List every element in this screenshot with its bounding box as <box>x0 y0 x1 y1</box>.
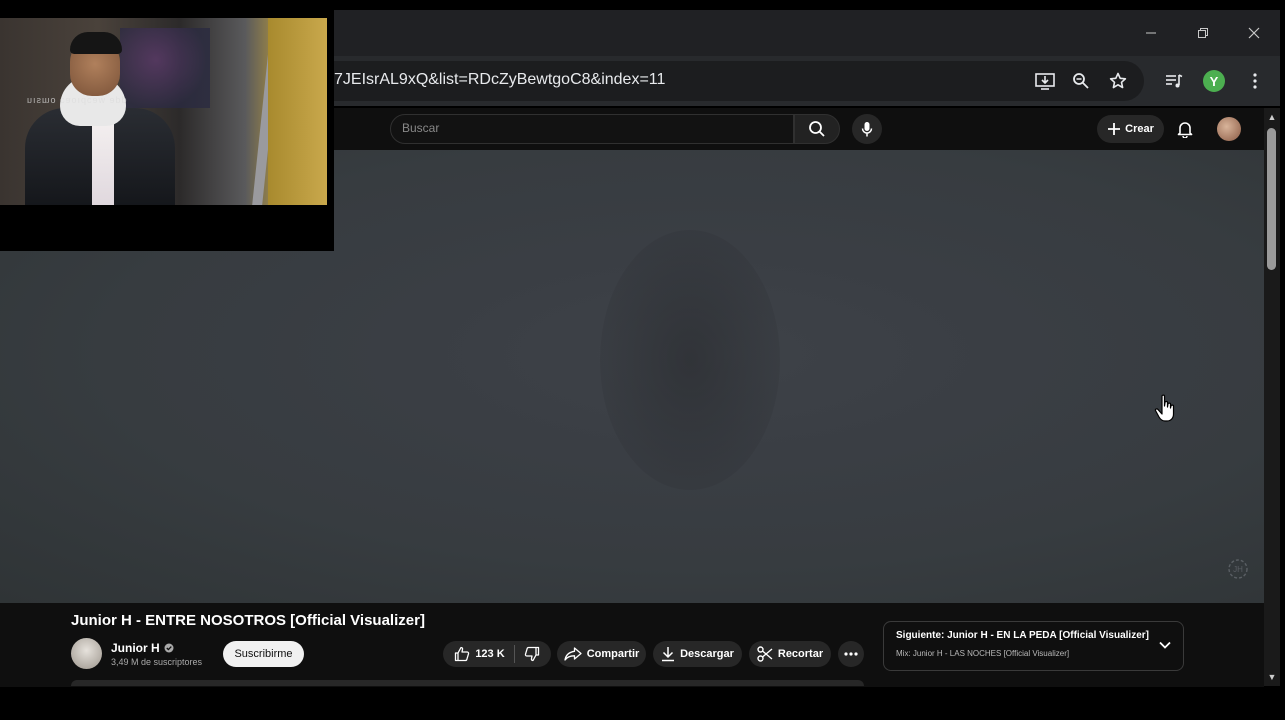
bookmark-star-icon[interactable] <box>1104 67 1132 95</box>
description-box[interactable] <box>71 680 864 686</box>
like-button[interactable]: 123 K <box>454 646 505 662</box>
download-icon <box>662 647 675 662</box>
webcam-feed: dde weɔpıoɐɔ oɯsıu <box>0 18 327 205</box>
like-divider <box>513 645 515 663</box>
more-horizontal-icon <box>844 652 858 656</box>
webcam-person-shirt <box>92 118 114 205</box>
notifications-button[interactable] <box>1172 116 1198 142</box>
subscriber-count: 3,49 M de suscriptores <box>111 657 203 667</box>
create-label: Crear <box>1125 123 1154 135</box>
minimize-icon[interactable] <box>1128 10 1174 56</box>
thumbs-up-icon <box>455 646 470 662</box>
profile-avatar[interactable]: Y <box>1203 70 1225 92</box>
channel-name-row[interactable]: Junior H <box>111 641 174 655</box>
install-app-icon[interactable] <box>1031 67 1059 95</box>
close-icon[interactable] <box>1231 10 1277 56</box>
media-control-icon[interactable] <box>1160 67 1188 95</box>
user-avatar[interactable] <box>1217 117 1241 141</box>
download-label: Descargar <box>680 648 734 660</box>
search-button[interactable] <box>794 114 840 144</box>
create-button[interactable]: Crear <box>1097 115 1164 143</box>
plus-icon <box>1108 123 1121 135</box>
hand-cursor-icon <box>1154 394 1178 424</box>
up-next-title[interactable]: Siguiente: Junior H - EN LA PEDA [Offici… <box>896 630 1149 641</box>
browser-menu-icon[interactable] <box>1241 67 1269 95</box>
thumbs-down-icon[interactable] <box>524 646 540 662</box>
channel-avatar[interactable] <box>71 638 102 669</box>
svg-text:JH: JH <box>1233 565 1243 574</box>
search-icon <box>809 121 825 137</box>
subscribe-button[interactable]: Suscribirme <box>223 641 304 667</box>
like-dislike-group: 123 K <box>443 641 551 667</box>
search-placeholder[interactable]: Buscar <box>402 121 439 135</box>
clip-label: Recortar <box>777 648 824 660</box>
restore-icon[interactable] <box>1180 10 1226 56</box>
up-next-card[interactable] <box>883 621 1184 671</box>
microphone-icon <box>861 121 873 136</box>
voice-search-button[interactable] <box>852 114 882 144</box>
video-frame-figure <box>600 230 780 490</box>
channel-name[interactable]: Junior H <box>111 641 160 655</box>
share-arrow-icon <box>564 647 582 661</box>
scrollbar-thumb[interactable] <box>1267 128 1276 270</box>
video-watermark-icon: JH <box>1226 557 1250 581</box>
search-input[interactable] <box>390 114 794 144</box>
chevron-down-icon[interactable] <box>1156 636 1174 654</box>
download-button[interactable]: Descargar <box>653 641 742 667</box>
address-bar-url[interactable]: 7JEIsrAL9xQ&list=RDcZyBewtgoC8&index=11 <box>334 71 665 89</box>
scroll-down-arrow-icon[interactable]: ▼ <box>1266 672 1278 682</box>
zoom-icon[interactable] <box>1067 67 1095 95</box>
up-next-mix[interactable]: Mix: Junior H - LAS NOCHES [Official Vis… <box>896 649 1069 658</box>
clip-button[interactable]: Recortar <box>749 641 831 667</box>
verified-check-icon <box>164 643 174 653</box>
share-button[interactable]: Compartir <box>557 641 646 667</box>
like-count: 123 K <box>475 648 505 660</box>
share-label: Compartir <box>586 648 640 660</box>
bell-icon <box>1177 122 1193 138</box>
video-title: Junior H - ENTRE NOSOTROS [Official Visu… <box>71 612 425 629</box>
webcam-person-hair <box>70 32 122 54</box>
webcam-watermark: dde weɔpıoɐɔ oɯsıu <box>26 95 127 105</box>
scroll-up-arrow-icon[interactable]: ▲ <box>1266 112 1278 122</box>
scissors-icon <box>757 646 773 662</box>
bottom-letterbox <box>0 687 1285 720</box>
webcam-door <box>268 18 327 205</box>
webcam-background-clothes <box>120 28 210 108</box>
more-actions-button[interactable] <box>838 641 864 667</box>
